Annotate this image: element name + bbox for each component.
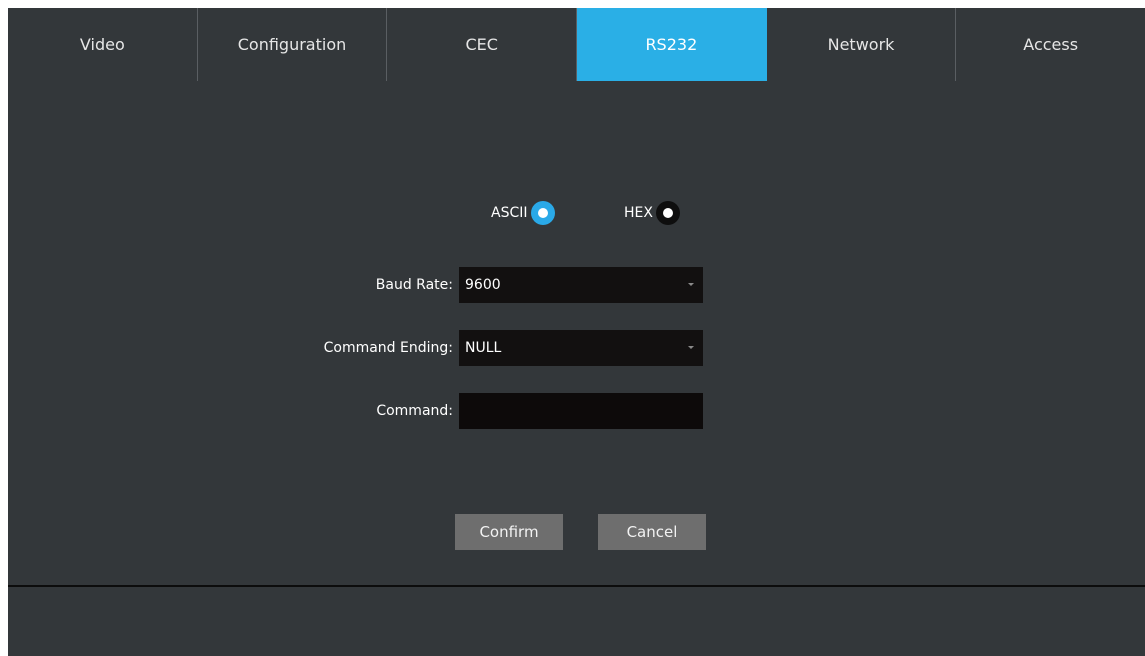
tab-network[interactable]: Network [767,8,957,81]
command-ending-select[interactable]: NULL [459,330,703,366]
command-input[interactable] [459,393,703,429]
hex-option[interactable]: HEX [624,200,680,226]
content-area: ASCII HEX Baud Rate: 9600 Command Ending… [8,81,1145,585]
hex-radio[interactable] [655,201,680,225]
rs232-settings-panel: Video Configuration CEC RS232 Network Ac… [8,8,1145,656]
tab-video[interactable]: Video [8,8,198,81]
ascii-radio[interactable] [530,201,555,225]
ascii-option[interactable]: ASCII [491,200,555,226]
command-ending-value: NULL [465,340,502,356]
tab-configuration[interactable]: Configuration [198,8,388,81]
tab-cec[interactable]: CEC [387,8,578,81]
tab-access[interactable]: Access [956,8,1145,81]
hex-label: HEX [624,205,653,221]
cancel-button[interactable]: Cancel [598,514,706,550]
footer-area [8,587,1145,656]
dropdown-caret-icon [688,283,694,286]
tab-rs232[interactable]: RS232 [577,8,767,81]
baud-rate-label: Baud Rate: [375,277,453,293]
tab-bar: Video Configuration CEC RS232 Network Ac… [8,8,1145,81]
confirm-button[interactable]: Confirm [455,514,563,550]
command-ending-label: Command Ending: [323,340,453,356]
dropdown-caret-icon [688,346,694,349]
command-label: Command: [376,403,453,419]
ascii-label: ASCII [491,205,528,221]
baud-rate-select[interactable]: 9600 [459,267,703,303]
baud-rate-value: 9600 [465,277,501,293]
